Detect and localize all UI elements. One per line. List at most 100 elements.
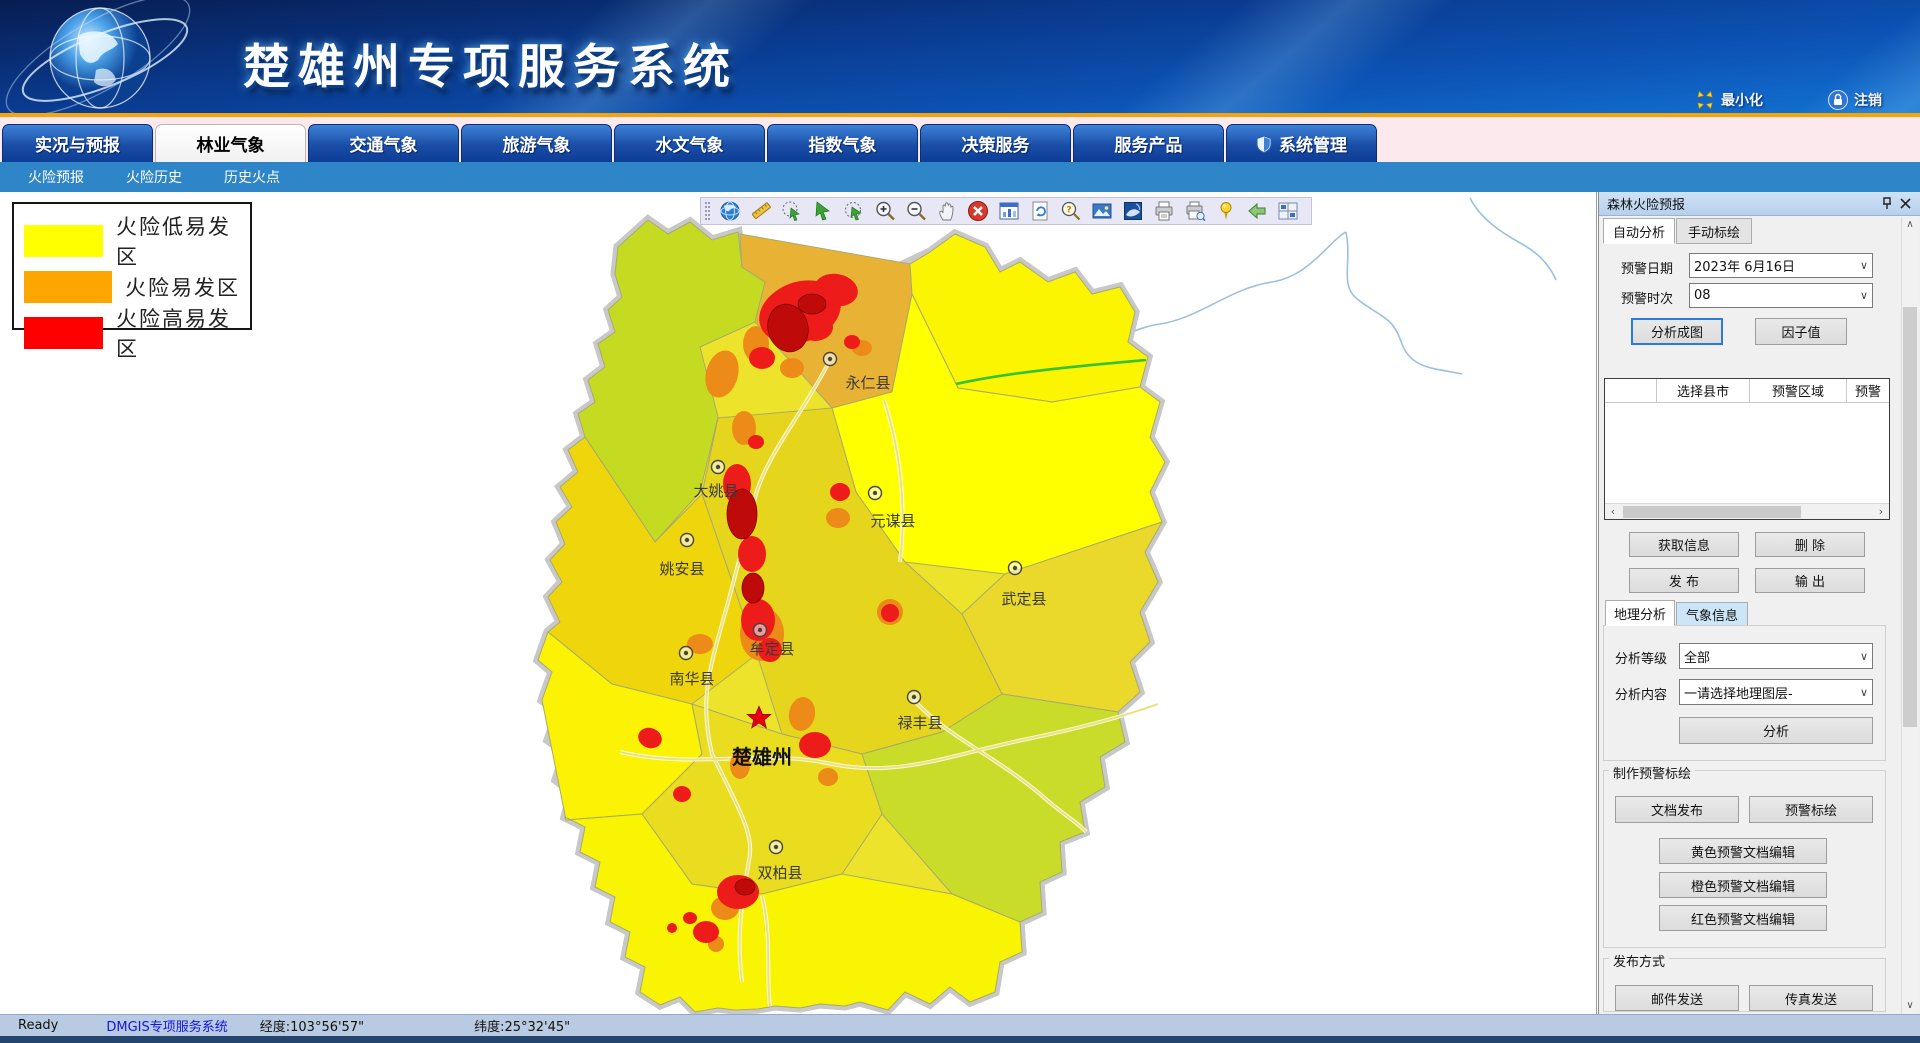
warn-time-label: 预警时次 [1621, 288, 1673, 307]
close-icon[interactable] [1896, 195, 1914, 213]
tab-hydrology-weather[interactable]: 水文气象 [614, 124, 765, 162]
zoom-in-icon[interactable] [874, 200, 896, 222]
scroll-thumb[interactable] [1903, 307, 1917, 727]
send-group-label: 发布方式 [1609, 951, 1669, 970]
full-extent-globe-icon[interactable] [719, 200, 741, 222]
minimize-label: 最小化 [1721, 90, 1763, 110]
scroll-right-icon[interactable]: › [1873, 505, 1889, 518]
orange-warning-doc-button[interactable]: 橙色预警文档编辑 [1659, 872, 1827, 898]
svg-text:元谋县: 元谋县 [870, 512, 915, 530]
tab-index-weather[interactable]: 指数气象 [767, 124, 918, 162]
submenu-bar: 火险预报 火险历史 历史火点 [0, 162, 1920, 192]
print-preview-icon[interactable] [1184, 200, 1206, 222]
zoom-out-icon[interactable] [905, 200, 927, 222]
tab-decision-service[interactable]: 决策服务 [920, 124, 1071, 162]
tab-auto-analysis[interactable]: 自动分析 [1603, 218, 1675, 244]
col-warning[interactable]: 预警 [1847, 379, 1889, 402]
legend-row: 火险高易发区 [24, 303, 240, 363]
email-send-button[interactable]: 邮件发送 [1615, 985, 1739, 1011]
table-horizontal-scrollbar[interactable]: ‹ › [1605, 503, 1889, 519]
chevron-down-icon: ∨ [1857, 289, 1868, 302]
scroll-left-icon[interactable]: ‹ [1605, 505, 1621, 518]
export-image-icon[interactable] [1091, 200, 1113, 222]
submenu-fire-risk-history[interactable]: 火险历史 [112, 167, 196, 187]
analyze-to-map-button[interactable]: 分析成图 [1631, 318, 1723, 345]
scroll-down-icon[interactable]: ∨ [1902, 998, 1918, 1014]
tab-weather-info[interactable]: 气象信息 [1676, 602, 1748, 626]
tab-live-forecast[interactable]: 实况与预报 [2, 124, 153, 162]
red-warning-doc-button[interactable]: 红色预警文档编辑 [1659, 905, 1827, 931]
pan-hand-icon[interactable] [936, 200, 958, 222]
status-system-link[interactable]: DMGIS专项服务系统 [106, 1016, 227, 1035]
panel-vertical-scrollbar[interactable]: ∧ ∨ [1901, 217, 1918, 1014]
analysis-level-select[interactable]: 全部 ∨ [1679, 643, 1873, 669]
analysis-content-select[interactable]: 一请选择地理图层- ∨ [1679, 679, 1873, 705]
col-blank[interactable] [1605, 379, 1657, 402]
forest-fire-forecast-panel: 森林火险预报 自动分析 手动标绘 预警日期 2023年 6月16日 ∨ 预警时次… [1598, 192, 1920, 1014]
deselect-circle-icon[interactable] [843, 200, 865, 222]
analysis-level-label: 分析等级 [1615, 648, 1667, 667]
warning-table: 选择县市 预警区域 预警 ‹ › [1604, 378, 1890, 520]
measure-ruler-icon[interactable] [750, 200, 772, 222]
select-arrow-icon[interactable] [812, 200, 834, 222]
delete-button[interactable]: 删 除 [1755, 532, 1865, 557]
refresh-page-icon[interactable] [1029, 200, 1051, 222]
application-window: 楚雄州专项服务系统 最小化 注销 实况与预报 林业气象 [0, 0, 1920, 1043]
scroll-thumb[interactable] [1623, 506, 1801, 518]
col-warning-region[interactable]: 预警区域 [1750, 379, 1847, 402]
publish-button[interactable]: 发 布 [1629, 568, 1739, 593]
yellow-warning-doc-button[interactable]: 黄色预警文档编辑 [1659, 838, 1827, 864]
col-select-county[interactable]: 选择县市 [1657, 379, 1750, 402]
pin-icon[interactable] [1878, 195, 1896, 213]
svg-text:姚安县: 姚安县 [659, 560, 704, 578]
warning-plot-button[interactable]: 预警标绘 [1749, 796, 1873, 823]
submenu-historical-fire-points[interactable]: 历史火点 [210, 167, 294, 187]
tab-service-products[interactable]: 服务产品 [1073, 124, 1224, 162]
legend-row: 火险低易发区 [24, 211, 240, 271]
panel-title: 森林火险预报 [1607, 194, 1685, 213]
select-by-circle-icon[interactable] [781, 200, 803, 222]
stop-cancel-icon[interactable] [967, 200, 989, 222]
analysis-content-label: 分析内容 [1615, 684, 1667, 703]
analyze-button[interactable]: 分析 [1679, 717, 1873, 744]
save-map-icon[interactable] [1122, 200, 1144, 222]
svg-text:牟定县: 牟定县 [749, 640, 794, 658]
prefecture-label: 楚雄州 [732, 745, 792, 769]
panel-title-bar: 森林火险预报 [1599, 192, 1920, 216]
app-title: 楚雄州专项服务系统 [243, 28, 738, 97]
logout-button[interactable]: 注销 [1828, 90, 1882, 110]
get-info-button[interactable]: 获取信息 [1629, 532, 1739, 557]
back-arrow-icon[interactable] [1246, 200, 1268, 222]
factor-value-button[interactable]: 因子值 [1755, 318, 1847, 345]
marker-pin-icon[interactable] [1215, 200, 1237, 222]
legend-label: 火险高易发区 [116, 303, 240, 363]
status-longitude: 经度:103°56'57" [260, 1016, 364, 1035]
fax-send-button[interactable]: 传真发送 [1749, 985, 1873, 1011]
doc-publish-button[interactable]: 文档发布 [1615, 796, 1739, 823]
tab-system-management[interactable]: 系统管理 [1226, 124, 1377, 162]
legend: 火险低易发区 火险易发区 火险高易发区 [12, 202, 252, 330]
warn-date-select[interactable]: 2023年 6月16日 ∨ [1689, 253, 1873, 278]
export-button[interactable]: 输 出 [1755, 568, 1865, 593]
submenu-fire-risk-forecast[interactable]: 火险预报 [14, 167, 98, 187]
map-toolbar: ? [700, 197, 1312, 225]
tab-geo-analysis[interactable]: 地理分析 [1605, 600, 1675, 626]
layout-grid-icon[interactable] [1277, 200, 1299, 222]
print-icon[interactable] [1153, 200, 1175, 222]
warn-time-select[interactable]: 08 ∨ [1689, 283, 1873, 308]
tab-tourism-weather[interactable]: 旅游气象 [461, 124, 612, 162]
shield-icon [1256, 135, 1272, 153]
open-window-chart-icon[interactable] [998, 200, 1020, 222]
tab-traffic-weather[interactable]: 交通气象 [308, 124, 459, 162]
svg-text:禄丰县: 禄丰县 [897, 714, 942, 732]
svg-text:武定县: 武定县 [1001, 590, 1046, 608]
legend-swatch-low [24, 225, 103, 257]
scroll-up-icon[interactable]: ∧ [1902, 217, 1918, 233]
tab-forestry-weather[interactable]: 林业气象 [155, 124, 306, 162]
tab-manual-plot[interactable]: 手动标绘 [1676, 218, 1752, 244]
svg-text:双柏县: 双柏县 [757, 864, 802, 882]
toolbar-grip[interactable] [705, 202, 710, 220]
minimize-button[interactable]: 最小化 [1695, 90, 1763, 110]
identify-query-icon[interactable]: ? [1060, 200, 1082, 222]
svg-text:永仁县: 永仁县 [845, 374, 890, 392]
